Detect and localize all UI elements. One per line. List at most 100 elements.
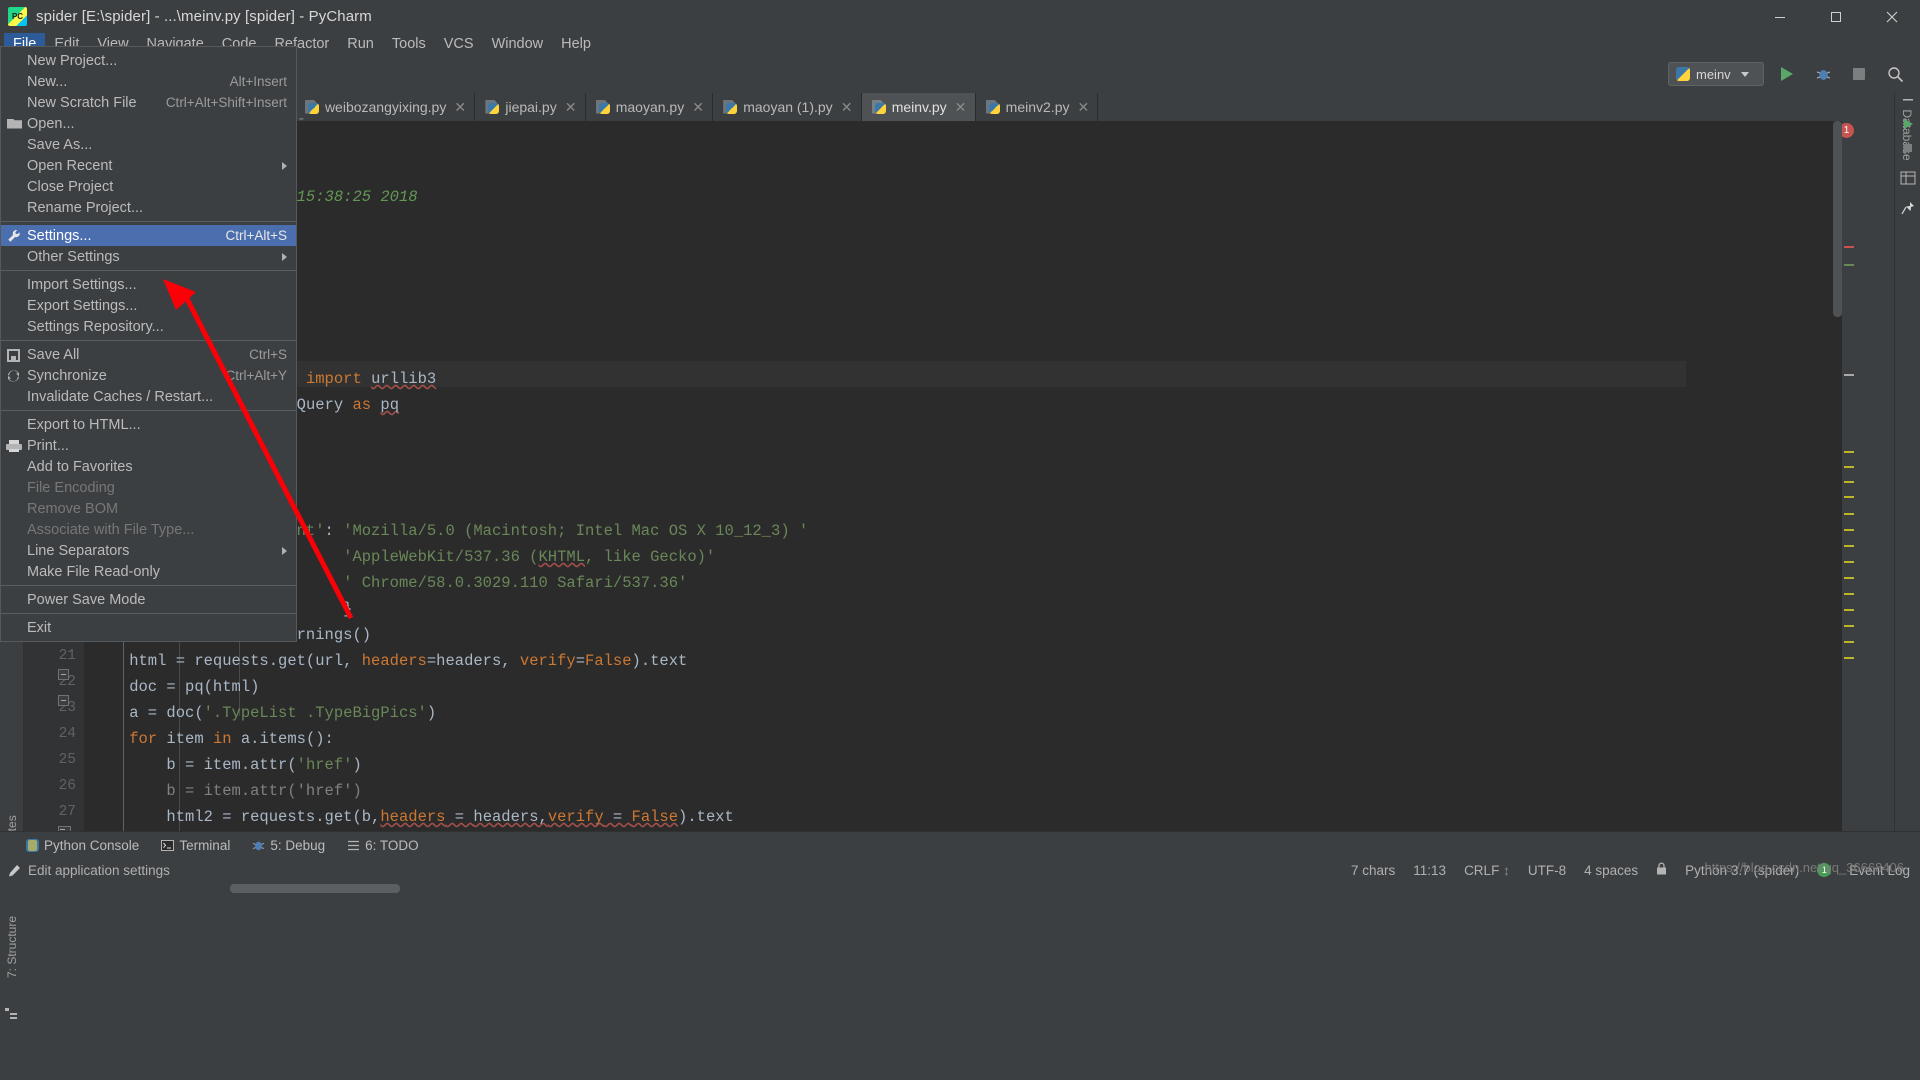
menu-item-new-project[interactable]: New Project...: [1, 50, 296, 71]
line-number: 24: [59, 726, 76, 742]
search-everywhere-button[interactable]: [1882, 61, 1908, 87]
maximize-button[interactable]: [1808, 0, 1864, 33]
run-side-icon[interactable]: [1901, 117, 1915, 136]
menu-item-close-project[interactable]: Close Project: [1, 176, 296, 197]
warning-marker[interactable]: [1844, 513, 1854, 515]
menu-help[interactable]: Help: [552, 33, 600, 55]
menu-run[interactable]: Run: [338, 33, 383, 55]
tab-jiepai[interactable]: jiepai.py ✕: [475, 93, 585, 121]
menu-item-open[interactable]: Open...: [1, 113, 296, 134]
warning-marker[interactable]: [1844, 561, 1854, 563]
warning-marker[interactable]: [1844, 466, 1854, 468]
error-stripe[interactable]: 1: [1842, 121, 1856, 831]
menu-item-synchronize[interactable]: Synchronize Ctrl+Alt+Y: [1, 365, 296, 386]
code-line: html = requests.get(url, headers=headers…: [92, 653, 687, 670]
warning-marker[interactable]: [1844, 625, 1854, 627]
minimize-button[interactable]: [1752, 0, 1808, 33]
menu-item-power-save-mode[interactable]: Power Save Mode: [1, 589, 296, 610]
tab-maoyan[interactable]: maoyan.py ✕: [586, 93, 713, 121]
menu-item-new-scratch-file[interactable]: New Scratch File Ctrl+Alt+Shift+Insert: [1, 92, 296, 113]
warning-marker[interactable]: [1844, 264, 1854, 266]
code-content[interactable]: # -*- coding: utf-8 -*- """ Created on S…: [84, 121, 1856, 831]
menu-item-new[interactable]: New... Alt+Insert: [1, 71, 296, 92]
tab-meinv2[interactable]: meinv2.py ✕: [976, 93, 1099, 121]
status-caret-position[interactable]: 11:13: [1413, 863, 1446, 878]
menu-item-settings[interactable]: Settings... Ctrl+Alt+S: [1, 225, 296, 246]
tab-meinv[interactable]: meinv.py ✕: [862, 93, 976, 121]
close-button[interactable]: [1864, 0, 1920, 33]
menu-item-remove-bom: Remove BOM: [1, 498, 296, 519]
menu-item-invalidate-caches-restart[interactable]: Invalidate Caches / Restart...: [1, 386, 296, 407]
warning-marker[interactable]: [1844, 529, 1854, 531]
menu-item-add-to-favorites[interactable]: Add to Favorites: [1, 456, 296, 477]
menu-item-export-settings[interactable]: Export Settings...: [1, 295, 296, 316]
stop-side-icon[interactable]: [1901, 141, 1915, 160]
tool-terminal[interactable]: Terminal: [161, 838, 230, 853]
lock-icon[interactable]: [1656, 862, 1667, 878]
code-editor[interactable]: 21 22 23 24 25 26 27 28: [24, 121, 1856, 831]
warning-marker[interactable]: [1844, 481, 1854, 483]
tool-debug[interactable]: 5: Debug: [252, 838, 325, 853]
tab-weibozangyixing[interactable]: weibozangyixing.py ✕: [295, 93, 475, 121]
close-icon[interactable]: ✕: [692, 102, 703, 112]
tool-python-console[interactable]: Python Console: [26, 838, 139, 853]
menu-item-import-settings[interactable]: Import Settings...: [1, 274, 296, 295]
database-grid-icon[interactable]: [1900, 171, 1916, 190]
warning-marker[interactable]: [1844, 593, 1854, 595]
menu-item-settings-repository[interactable]: Settings Repository...: [1, 316, 296, 337]
change-marker[interactable]: [1844, 374, 1854, 376]
menu-item-make-file-read-only[interactable]: Make File Read-only: [1, 561, 296, 582]
status-line-separator[interactable]: CRLF ↕: [1464, 863, 1510, 878]
editor-scrollbar-thumb[interactable]: [1833, 121, 1842, 317]
close-icon[interactable]: ✕: [841, 102, 852, 112]
pin-icon[interactable]: [1901, 201, 1916, 221]
warning-marker[interactable]: [1844, 577, 1854, 579]
python-console-icon: [26, 839, 39, 852]
collapse-all-icon[interactable]: [1901, 93, 1915, 112]
wrench-icon: [5, 228, 25, 244]
menu-item-other-settings[interactable]: Other Settings: [1, 246, 296, 267]
run-button[interactable]: [1774, 61, 1800, 87]
menu-tools[interactable]: Tools: [383, 33, 435, 55]
warning-marker[interactable]: [1844, 609, 1854, 611]
menu-item-save-as[interactable]: Save As...: [1, 134, 296, 155]
close-icon[interactable]: ✕: [454, 102, 465, 112]
status-encoding[interactable]: UTF-8: [1528, 863, 1566, 878]
tool-todo[interactable]: 6: TODO: [347, 838, 419, 853]
error-marker[interactable]: [1844, 246, 1854, 248]
python-file-icon: [305, 100, 319, 115]
sidebar-item-structure[interactable]: 7: Structure: [5, 918, 19, 978]
menu-item-export-to-html[interactable]: Export to HTML...: [1, 414, 296, 435]
warning-marker[interactable]: [1844, 657, 1854, 659]
structure-icon[interactable]: [4, 1007, 22, 1025]
blank-icon: [5, 277, 25, 293]
warning-marker[interactable]: [1844, 641, 1854, 643]
close-icon[interactable]: ✕: [565, 102, 576, 112]
debug-button[interactable]: [1810, 61, 1836, 87]
python-file-icon: [485, 100, 499, 115]
fold-marker[interactable]: [58, 695, 69, 706]
menu-item-line-separators[interactable]: Line Separators: [1, 540, 296, 561]
file-menu-popup[interactable]: New Project... New... Alt+Insert New Scr…: [0, 46, 297, 642]
warning-marker[interactable]: [1844, 451, 1854, 453]
close-icon[interactable]: ✕: [955, 102, 966, 112]
run-configuration-selector[interactable]: meinv: [1668, 62, 1764, 86]
stop-button[interactable]: [1846, 61, 1872, 87]
tab-maoyan-1[interactable]: maoyan (1).py ✕: [713, 93, 861, 121]
status-indent[interactable]: 4 spaces: [1584, 863, 1638, 878]
menu-item-save-all[interactable]: Save All Ctrl+S: [1, 344, 296, 365]
menu-item-print[interactable]: Print...: [1, 435, 296, 456]
menu-item-open-recent[interactable]: Open Recent: [1, 155, 296, 176]
window-title: spider [E:\spider] - ...\meinv.py [spide…: [36, 8, 372, 25]
code-line: html2 = requests.get(b,headers = headers…: [92, 809, 734, 826]
menu-item-exit[interactable]: Exit: [1, 617, 296, 638]
menu-item-rename-project[interactable]: Rename Project...: [1, 197, 296, 218]
warning-marker[interactable]: [1844, 496, 1854, 498]
warning-marker[interactable]: [1844, 545, 1854, 547]
bottom-scrollbar-thumb[interactable]: [230, 884, 400, 893]
menu-vcs[interactable]: VCS: [435, 33, 483, 55]
menu-window[interactable]: Window: [483, 33, 553, 55]
close-icon[interactable]: ✕: [1077, 102, 1088, 112]
fold-marker[interactable]: [58, 669, 69, 680]
search-icon: [1887, 66, 1904, 83]
